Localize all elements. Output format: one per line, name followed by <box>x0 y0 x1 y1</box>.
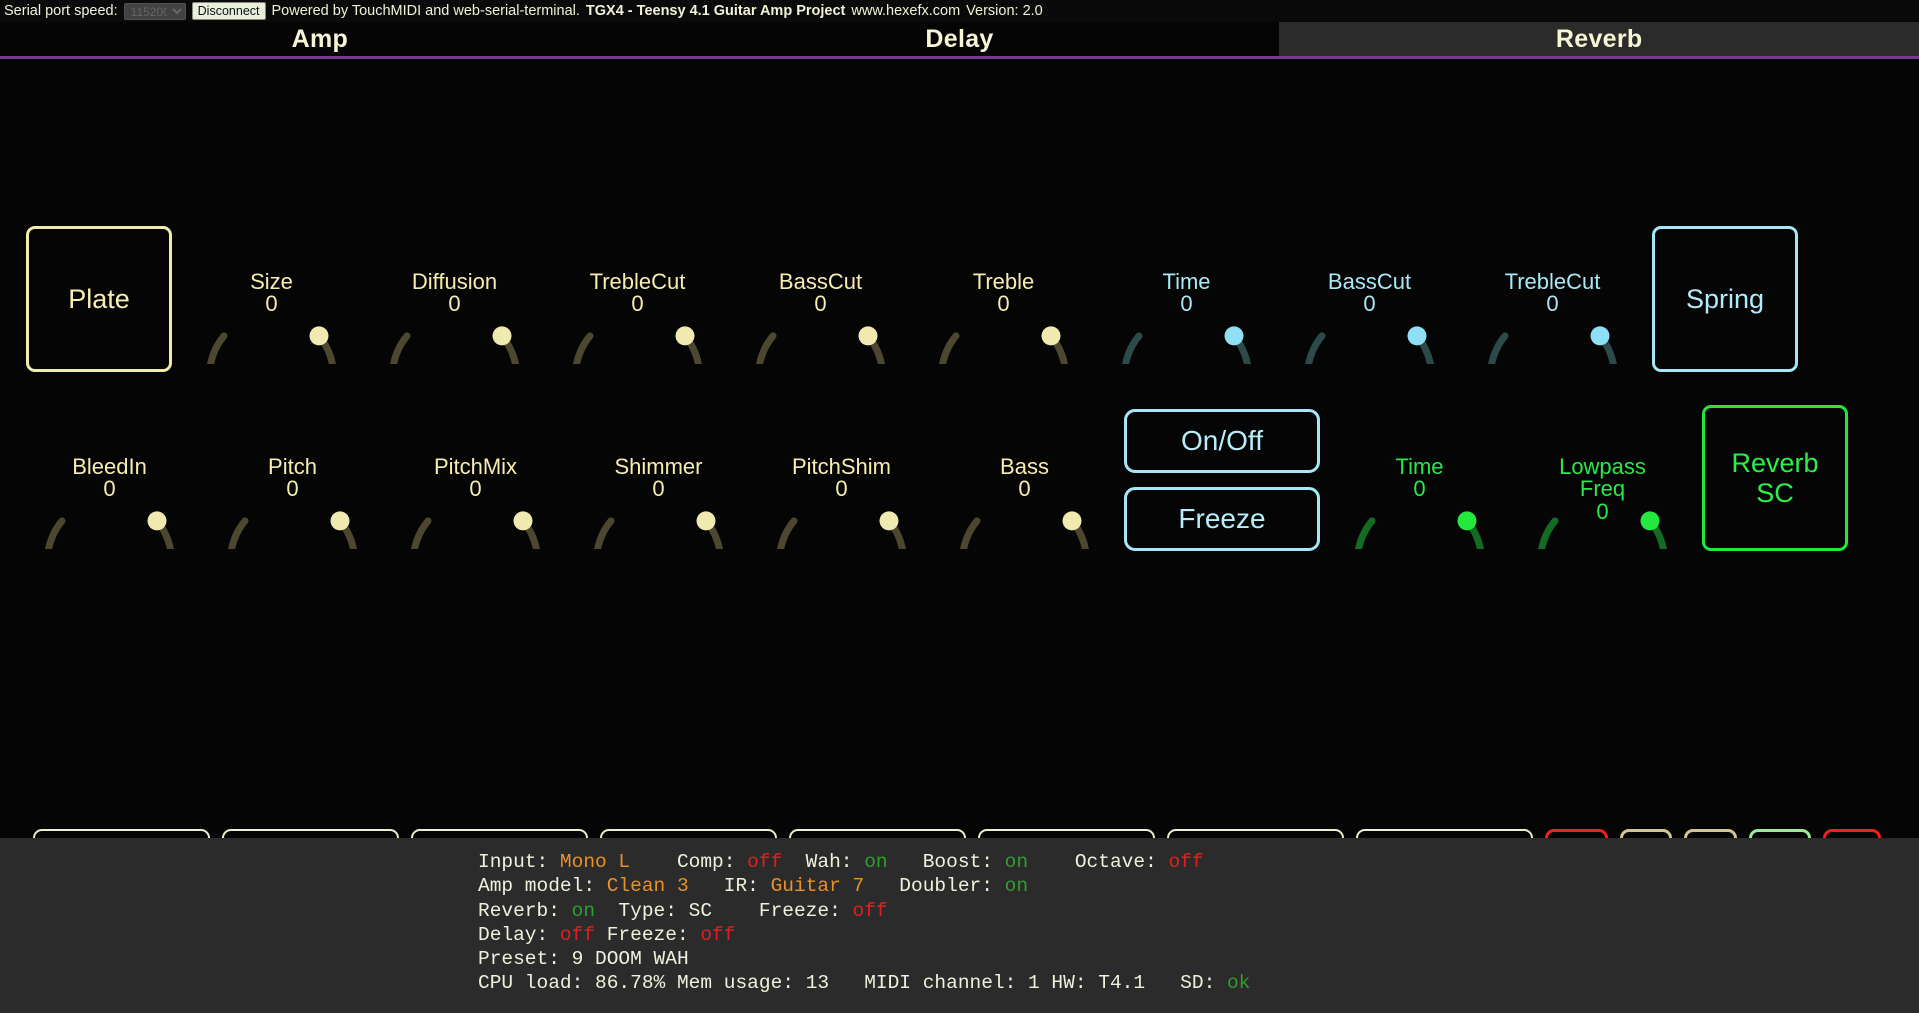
status-label: Boost: <box>887 851 1005 873</box>
status-label: Preset: <box>478 948 572 971</box>
status-value: off <box>852 899 888 922</box>
status-line: Input: Mono L Comp: off Wah: on Boost: o… <box>478 850 1919 874</box>
knob-shimmer[interactable]: Shimmer 0 <box>575 409 742 549</box>
knob-size[interactable]: Size 0 <box>188 224 355 364</box>
status-value: off <box>559 923 596 946</box>
website-text: www.hexefx.com <box>851 3 961 19</box>
knob-basscut-d[interactable]: BassCut 0 <box>1286 224 1453 364</box>
button-label: On/Off <box>1181 425 1263 456</box>
controls-row-1: Plate Size 0 Diffusion 0 TrebleCut 0 BassCut 0 Tr… <box>0 224 1919 372</box>
serial-speed-label: Serial port speed: <box>4 3 118 19</box>
status-label: Input: <box>478 851 560 873</box>
status-console: Input: Mono L Comp: off Wah: on Boost: o… <box>0 838 1919 1013</box>
knob-basscut-a[interactable]: BassCut 0 <box>737 224 904 364</box>
knob-bleedin[interactable]: BleedIn 0 <box>26 409 193 549</box>
serial-toolbar: Serial port speed: 115200 Disconnect Pow… <box>0 0 1919 22</box>
status-line: Reverb: on Type: SC Freeze: off <box>478 899 1919 923</box>
tab-reverb[interactable]: Reverb <box>1279 22 1919 56</box>
status-line: Delay: off Freeze: off <box>478 923 1919 947</box>
baud-rate-select[interactable]: 115200 <box>123 2 186 20</box>
status-label: Mem usage: <box>665 972 806 995</box>
controls-panel: Plate Size 0 Diffusion 0 TrebleCut 0 BassCut 0 Tr… <box>0 59 1919 869</box>
status-value: off <box>747 851 783 873</box>
knob-treblecut-a[interactable]: TrebleCut 0 <box>554 224 721 364</box>
status-value: 9 DOOM WAH <box>571 948 689 971</box>
disconnect-button[interactable]: Disconnect <box>191 2 266 20</box>
button-label: Plate <box>68 283 130 314</box>
status-value: T4.1 <box>1098 972 1146 995</box>
status-label: Wah: <box>782 851 865 873</box>
status-value: Mono L <box>559 851 631 873</box>
status-value: 1 <box>1028 972 1040 995</box>
button-label: Freeze <box>1178 503 1266 534</box>
project-title: TGX4 - Teensy 4.1 Guitar Amp Project <box>585 3 846 19</box>
status-value: off <box>700 923 736 946</box>
knob-treblecut-d[interactable]: TrebleCut 0 <box>1469 224 1636 364</box>
status-value: off <box>1168 851 1204 873</box>
status-label: SD: <box>1145 972 1227 995</box>
status-value: Clean 3 <box>606 875 689 898</box>
knob-treble[interactable]: Treble 0 <box>920 224 1087 364</box>
version-text: Version: 2.0 <box>966 3 1043 19</box>
status-value: on <box>571 899 596 922</box>
status-label: CPU load: <box>478 972 596 995</box>
delay-toggles: On/Off Freeze <box>1124 409 1320 551</box>
button-reverb-type-plate[interactable]: Plate <box>26 226 172 372</box>
status-label: Delay: <box>478 923 560 946</box>
powered-by-text: Powered by TouchMIDI and web-serial-term… <box>271 3 580 19</box>
status-label: Doubler: <box>864 875 1005 898</box>
status-value: SC <box>688 899 713 922</box>
button-delay-on-off[interactable]: On/Off <box>1124 409 1320 473</box>
status-label: Octave: <box>1028 851 1169 873</box>
knob-pitchshim[interactable]: PitchShim 0 <box>758 409 925 549</box>
status-value: on <box>1004 875 1029 898</box>
status-value: ok <box>1226 972 1251 995</box>
knob-pitch[interactable]: Pitch 0 <box>209 409 376 549</box>
button-label: Spring <box>1685 283 1765 314</box>
status-label: Freeze: <box>595 923 701 946</box>
knob-pitchmix[interactable]: PitchMix 0 <box>392 409 559 549</box>
tab-label: Amp <box>291 24 349 53</box>
status-line: Preset: 9 DOOM WAH <box>478 947 1919 971</box>
tab-delay[interactable]: Delay <box>640 22 1280 56</box>
tab-amp[interactable]: Amp <box>0 22 640 56</box>
status-label: IR: <box>688 875 771 898</box>
status-label: Freeze: <box>712 899 853 922</box>
status-value: on <box>864 851 888 873</box>
button-label: Reverb SC <box>1731 447 1819 508</box>
status-label: HW: <box>1039 972 1099 995</box>
status-line: CPU load: 86.78% Mem usage: 13 MIDI chan… <box>478 971 1919 995</box>
status-label: Reverb: <box>478 899 572 922</box>
knob-diffusion[interactable]: Diffusion 0 <box>371 224 538 364</box>
knob-time-delay[interactable]: Time 0 <box>1103 224 1270 364</box>
knob-bass[interactable]: Bass 0 <box>941 409 1108 549</box>
knob-time-reverb[interactable]: Time 0 <box>1336 409 1503 549</box>
status-label: MIDI channel: <box>829 972 1029 995</box>
button-reverb-sc[interactable]: Reverb SC <box>1702 405 1848 551</box>
status-label: Amp model: <box>478 875 607 898</box>
tab-label: Delay <box>925 24 994 53</box>
controls-row-2: BleedIn 0 Pitch 0 PitchMix 0 Shimmer 0 PitchShim… <box>0 405 1919 551</box>
status-value: 86.78% <box>595 972 666 995</box>
knob-lowpass-freq[interactable]: Lowpass Freq 0 <box>1519 409 1686 549</box>
status-line: Amp model: Clean 3 IR: Guitar 7 Doubler:… <box>478 874 1919 898</box>
tab-label: Reverb <box>1555 24 1643 53</box>
button-delay-freeze[interactable]: Freeze <box>1124 487 1320 551</box>
button-reverb-type-spring[interactable]: Spring <box>1652 226 1798 372</box>
status-label: Type: <box>595 899 689 922</box>
status-label: Comp: <box>630 851 748 873</box>
status-value: on <box>1004 851 1029 873</box>
section-tabs: Amp Delay Reverb <box>0 22 1919 59</box>
status-value: Guitar 7 <box>770 875 865 898</box>
status-value: 13 <box>805 972 830 995</box>
